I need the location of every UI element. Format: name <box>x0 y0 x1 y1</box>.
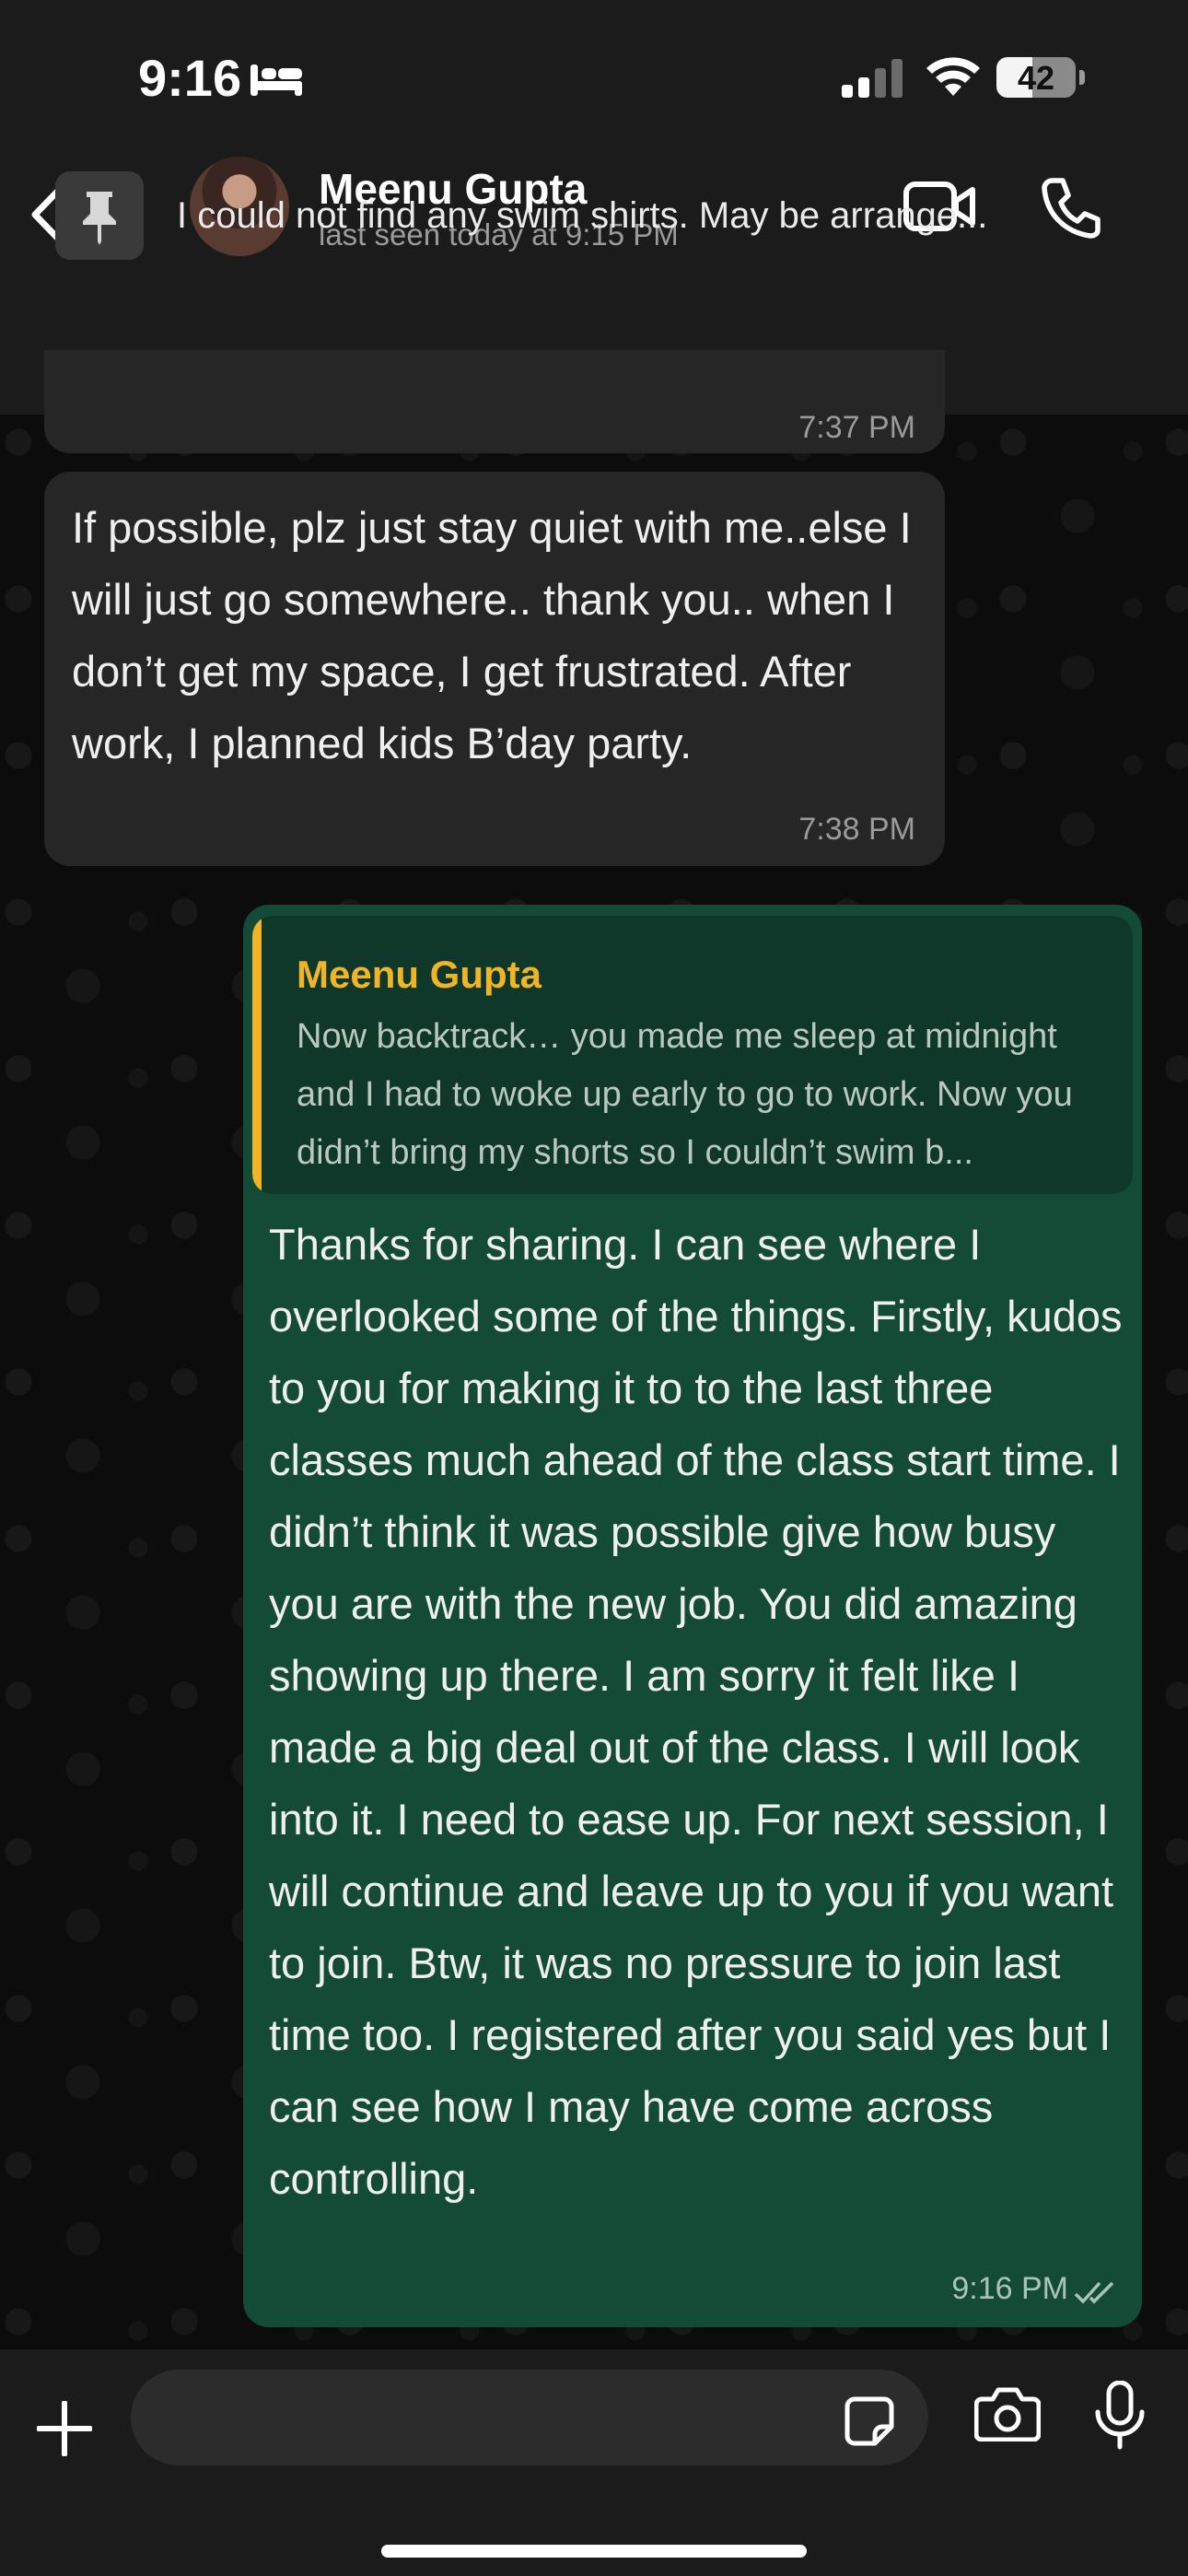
phone-call-icon[interactable] <box>1039 175 1103 240</box>
microphone-icon[interactable] <box>1092 2381 1147 2451</box>
camera-icon[interactable] <box>974 2386 1041 2441</box>
battery-tip <box>1079 70 1085 85</box>
message-time: 9:16 PM <box>951 2271 1068 2306</box>
quoted-sender-name: Meenu Gupta <box>297 953 542 996</box>
message-time: 7:37 PM <box>798 410 915 445</box>
plus-icon[interactable] <box>37 2401 92 2456</box>
message-input[interactable] <box>131 2370 928 2465</box>
pin-icon <box>83 192 116 245</box>
quoted-reply[interactable]: Meenu Gupta Now backtrack… you made me s… <box>252 916 1133 1194</box>
quote-accent-bar <box>252 916 262 1194</box>
status-time: 9:16 <box>138 49 242 107</box>
battery-indicator: 42 <box>996 57 1076 98</box>
double-check-read-icon <box>1074 2281 1114 2304</box>
battery-level: 42 <box>1017 59 1055 97</box>
home-indicator <box>381 2545 807 2558</box>
sleep-focus-icon <box>250 64 302 96</box>
previous-message-bubble[interactable]: 7:37 PM <box>44 350 945 453</box>
message-text: If possible, plz just stay quiet with me… <box>72 503 912 767</box>
status-bar: 9:16 42 <box>0 0 1188 147</box>
pinned-message-icon-box[interactable] <box>55 171 144 260</box>
message-input-bar <box>0 2349 1188 2576</box>
sticker-icon[interactable] <box>844 2395 895 2447</box>
outgoing-message-bubble[interactable]: Meenu Gupta Now backtrack… you made me s… <box>243 905 1142 2327</box>
incoming-message-bubble[interactable]: If possible, plz just stay quiet with me… <box>44 472 945 866</box>
quoted-message-text: Now backtrack… you made me sleep at midn… <box>297 1017 1073 1172</box>
pinned-message-text[interactable]: I could not find any swim shirts. May be… <box>177 195 987 237</box>
message-time: 7:38 PM <box>798 812 915 847</box>
message-text: Thanks for sharing. I can see where I ov… <box>269 1220 1123 2203</box>
wifi-icon <box>926 57 980 96</box>
cellular-signal-icon <box>842 59 903 98</box>
